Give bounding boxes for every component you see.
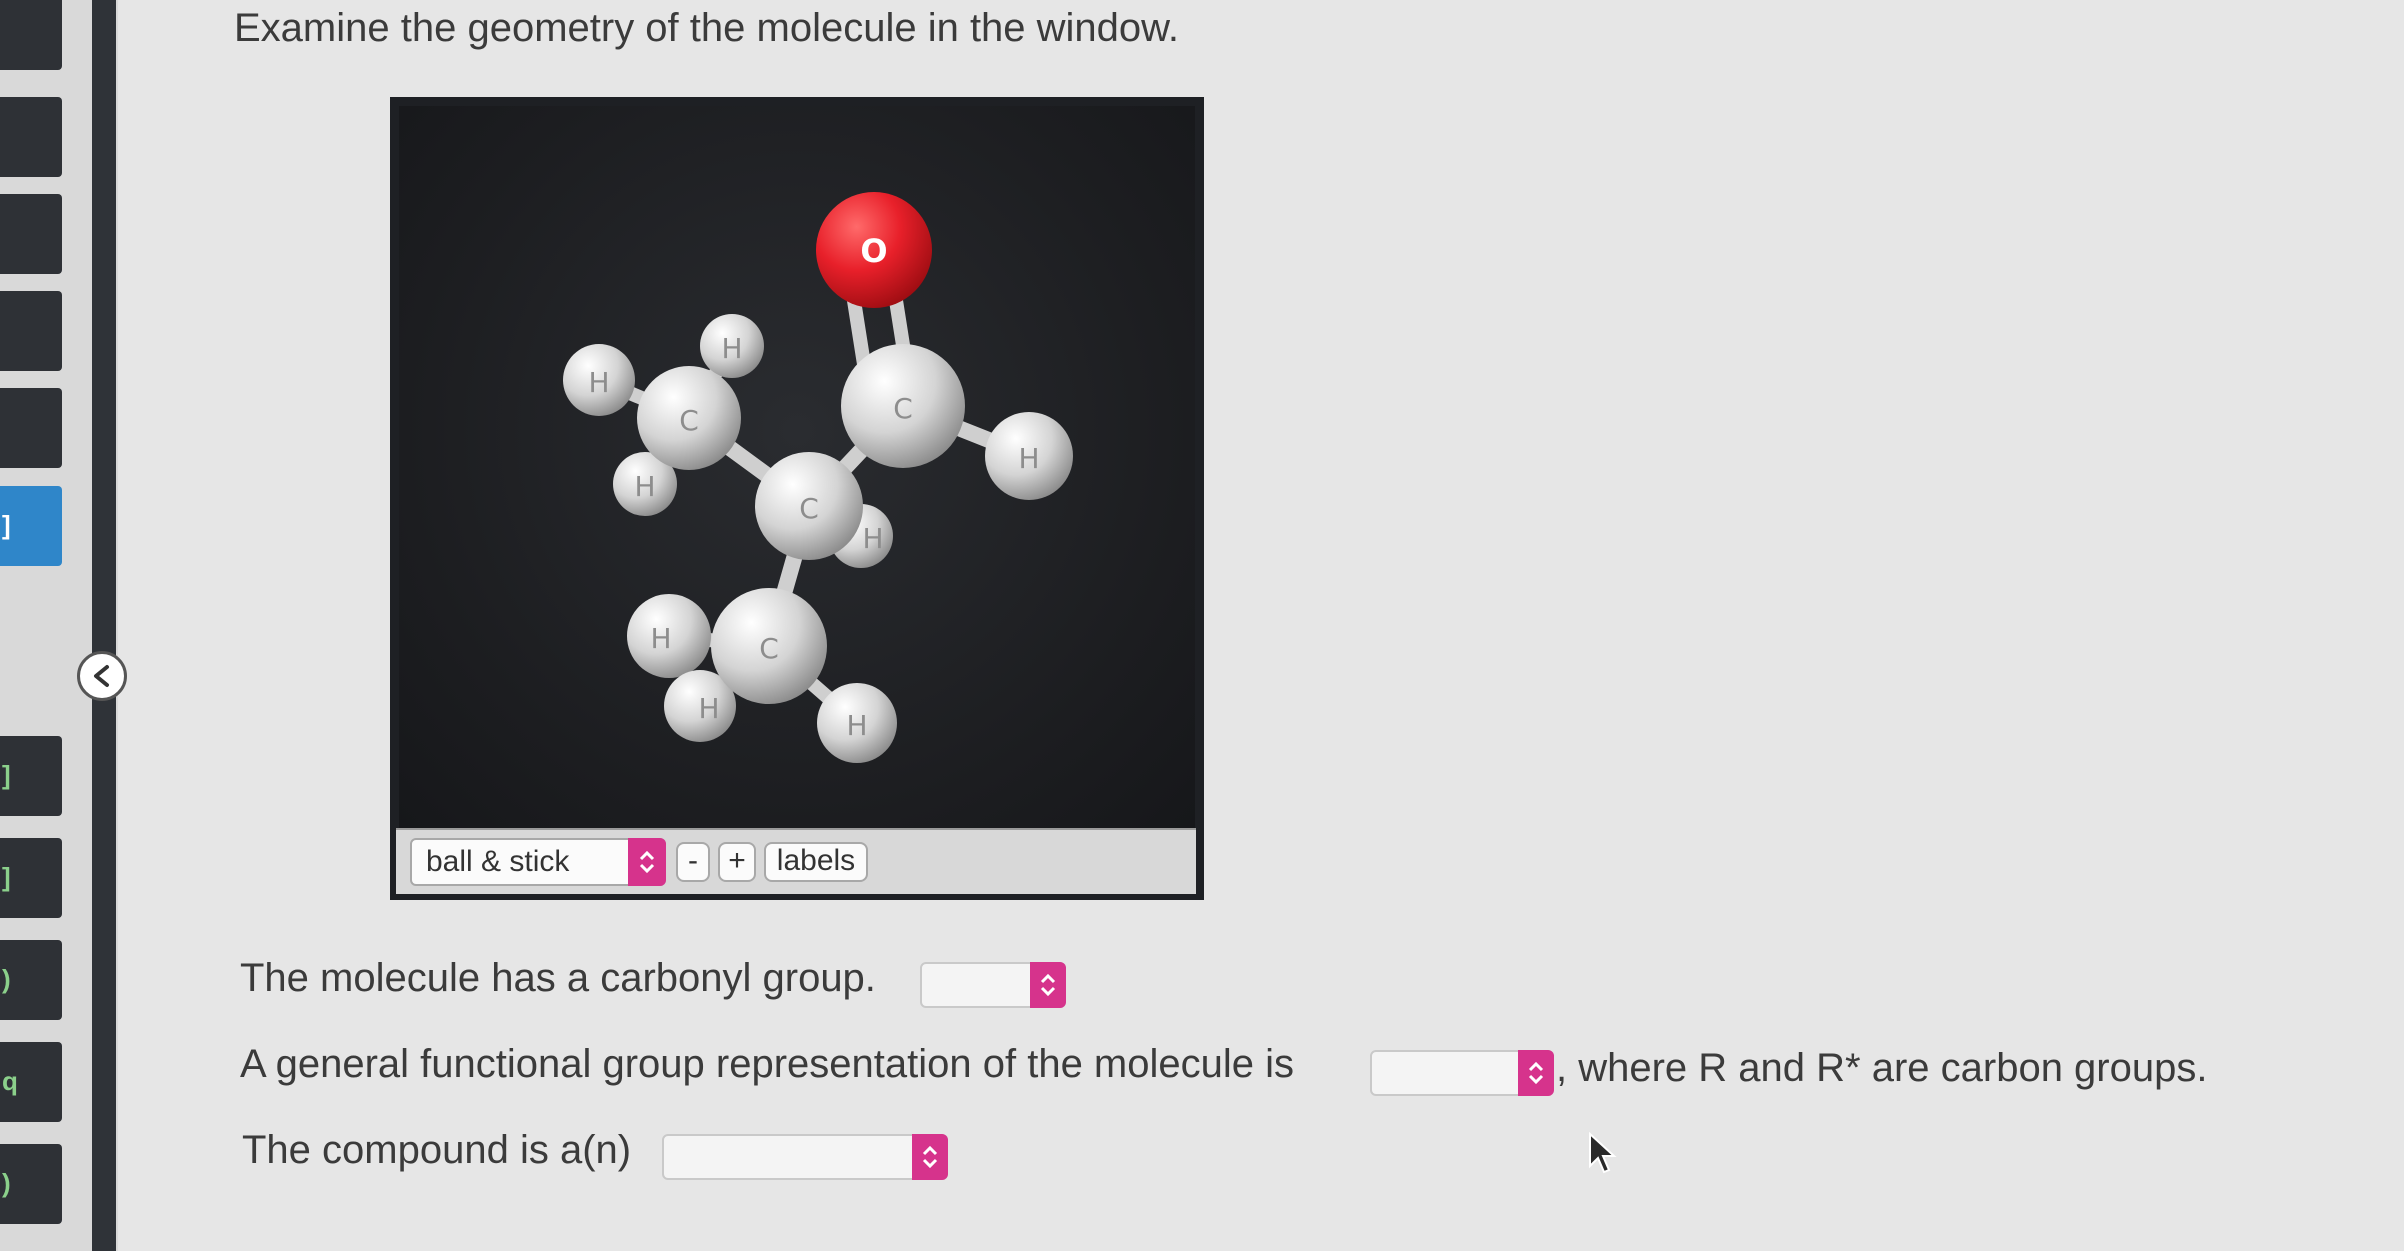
rail-tab-5[interactable]: [0, 388, 62, 468]
label-c4: C: [759, 632, 779, 665]
label-h5: H: [650, 622, 671, 655]
label-c3: C: [679, 404, 699, 437]
molecule-canvas[interactable]: O C C C C H H H H H H H H: [399, 106, 1195, 828]
question-2-text: A general functional group representatio…: [240, 1042, 1295, 1086]
rail-tab-9[interactable]: ): [0, 940, 62, 1020]
label-h6: H: [698, 692, 719, 725]
rail-tab-11[interactable]: ): [0, 1144, 62, 1224]
zoom-in-button[interactable]: +: [718, 842, 756, 882]
select-arrows-icon: [628, 838, 666, 886]
molecule-3d-model: O C C C C H H H H H H H H: [563, 192, 1073, 763]
rail-tab-6-active[interactable]: ]: [0, 486, 62, 566]
rail-tab-4[interactable]: [0, 291, 62, 371]
rail-tab-10[interactable]: q: [0, 1042, 62, 1122]
select-arrows-icon: [912, 1134, 948, 1180]
label-h3: H: [634, 470, 655, 503]
collapse-sidebar-button[interactable]: [77, 651, 127, 701]
rail-divider: [92, 0, 116, 1251]
viewer-toolbar: ball & stick - + labels: [396, 828, 1196, 894]
labels-button[interactable]: labels: [764, 842, 868, 882]
compound-type-dropdown[interactable]: [662, 1134, 948, 1180]
question-prompt: Examine the geometry of the molecule in …: [234, 6, 1179, 50]
rail-tab-8[interactable]: ]: [0, 838, 62, 918]
select-arrows-icon: [1518, 1050, 1554, 1096]
label-h8: H: [1018, 442, 1039, 475]
label-h7: H: [846, 709, 867, 742]
rail-tab-1[interactable]: [0, 0, 62, 70]
render-style-value: ball & stick: [426, 845, 570, 878]
question-1-text: The molecule has a carbonyl group.: [240, 956, 876, 1000]
mouse-pointer-icon: [1589, 1132, 1617, 1174]
label-h2: H: [721, 332, 742, 365]
chevron-left-icon: [94, 665, 109, 687]
rail-tab-2[interactable]: [0, 97, 62, 177]
select-arrows-icon: [1030, 962, 1066, 1008]
molecule-viewer: O C C C C H H H H H H H H ball & stick -: [390, 97, 1204, 900]
label-h1: H: [588, 366, 609, 399]
render-style-select[interactable]: ball & stick: [410, 838, 666, 886]
label-c1: C: [893, 392, 913, 425]
zoom-out-button[interactable]: -: [676, 842, 710, 882]
label-c2: C: [799, 492, 819, 525]
label-o: O: [860, 232, 887, 270]
rail-tab-7[interactable]: ]: [0, 736, 62, 816]
carbonyl-answer-dropdown[interactable]: [920, 962, 1066, 1008]
functional-group-dropdown[interactable]: [1370, 1050, 1554, 1096]
question-3-text: The compound is a(n): [242, 1128, 632, 1172]
label-h4: H: [862, 522, 883, 555]
rail-tab-3[interactable]: [0, 194, 62, 274]
question-2-suffix: , where R and R* are carbon groups.: [1556, 1046, 2208, 1090]
